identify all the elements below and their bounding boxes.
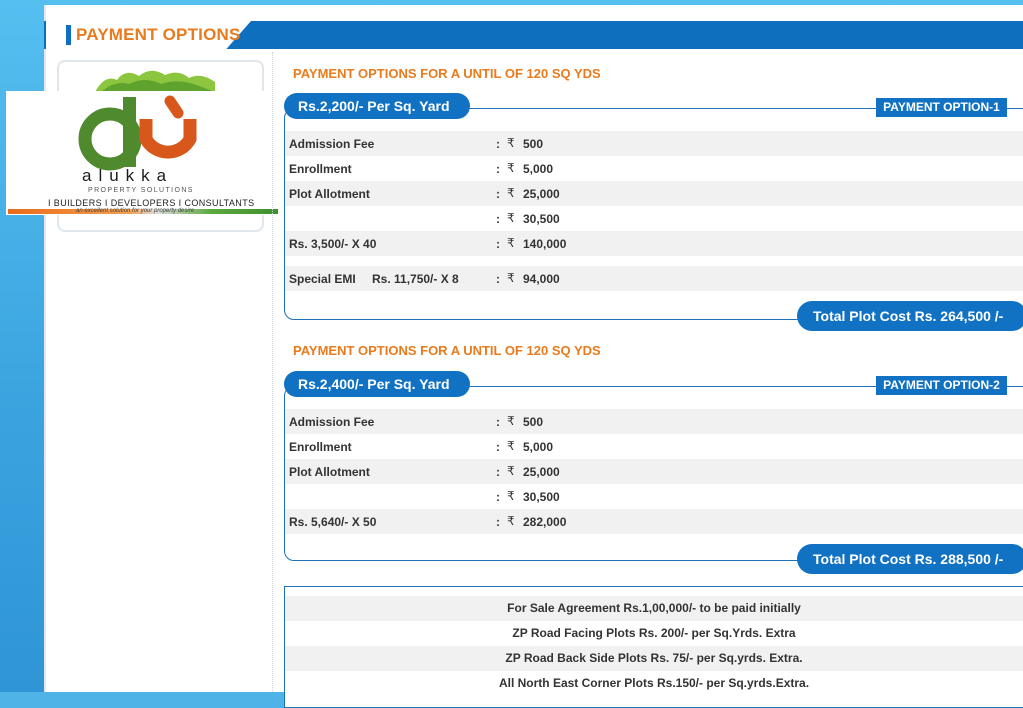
logo-brand-name: alukka [82,166,174,185]
row-label: Admission Fee [289,415,375,429]
row-amount: 94,000 [523,272,560,286]
rupee-icon: ₹ [507,514,515,528]
row-amount: 500 [523,137,544,151]
table-row: Admission Fee : ₹ 500 [285,131,1023,156]
row-amount: 30,500 [523,490,560,504]
note-item: For Sale Agreement Rs.1,00,000/- to be p… [285,596,1023,621]
row-amount: 500 [523,415,544,429]
rupee-icon: ₹ [507,186,515,200]
table-row: Rs. 5,640/- X 50 : ₹ 282,000 [285,509,1023,534]
table-row: Enrollment : ₹ 5,000 [285,156,1023,181]
row-amount: 282,000 [523,515,567,529]
row-colon: : [496,237,500,251]
rupee-icon: ₹ [507,236,515,250]
option-1-section-title: PAYMENT OPTIONS FOR A UNTIL OF 120 SQ YD… [293,66,601,81]
note-item: ZP Road Back Side Plots Rs. 75/- per Sq.… [285,646,1023,671]
rupee-icon: ₹ [507,414,515,428]
logo-subtitle: PROPERTY SOLUTIONS [88,187,194,194]
table-row: Admission Fee : ₹ 500 [285,409,1023,434]
company-logo[interactable] [6,91,278,215]
table-row: Rs. 3,500/- X 40 : ₹ 140,000 [285,231,1023,256]
alukka-logo-icon [78,95,197,171]
table-row: Special EMI Rs. 11,750/- X 8 : ₹ 94,000 [285,266,1023,291]
option-1-label: PAYMENT OPTION-1 [876,98,1007,117]
row-colon: : [496,490,500,504]
rupee-icon: ₹ [507,489,515,503]
row-colon: : [496,137,500,151]
rupee-icon: ₹ [507,211,515,225]
option-2-total: Total Plot Cost Rs. 288,500 /- [797,544,1023,574]
note-item: All North East Corner Plots Rs.150/- per… [498,676,810,690]
option-1-rate: Rs.2,200/- Per Sq. Yard [284,93,470,119]
row-amount: 5,000 [523,162,554,176]
row-label: Plot Allotment [289,187,370,201]
table-row: : ₹ 30,500 [285,484,1023,509]
row-colon: : [496,415,500,429]
row-colon: : [496,162,500,176]
note-item: ZP Road Facing Plots Rs. 200/- per Sq.Yr… [512,626,796,640]
rupee-icon: ₹ [507,161,515,175]
row-colon: : [496,515,500,529]
option-1-total: Total Plot Cost Rs. 264,500 /- [797,301,1023,331]
row-amount: 30,500 [523,212,560,226]
rupee-icon: ₹ [507,271,515,285]
hills-graphic-icon [95,70,215,92]
row-label-detail: Rs. 11,750/- X 8 [372,272,459,286]
row-amount: 25,000 [523,187,560,201]
row-label: Enrollment [289,440,352,454]
row-label: Plot Allotment [289,465,370,479]
row-label: Rs. 5,640/- X 50 [289,515,377,529]
row-amount: 25,000 [523,465,560,479]
row-colon: : [496,187,500,201]
row-colon: : [496,440,500,454]
rupee-icon: ₹ [507,136,515,150]
logo-tagline: I BUILDERS I DEVELOPERS I CONSULTANTS [48,198,255,208]
rupee-icon: ₹ [507,464,515,478]
row-label: Special EMI [289,272,356,286]
table-row: Plot Allotment : ₹ 25,000 [285,181,1023,206]
row-label: Rs. 3,500/- X 40 [289,237,377,251]
rupee-icon: ₹ [507,439,515,453]
option-2-rate: Rs.2,400/- Per Sq. Yard [284,371,470,397]
row-colon: : [496,465,500,479]
option-2-label: PAYMENT OPTION-2 [876,376,1007,395]
page-title: PAYMENT OPTIONS [76,25,241,44]
row-label: Admission Fee [289,137,375,151]
logo-slogan: an excellent solution for your property … [76,208,195,214]
table-row: Plot Allotment : ₹ 25,000 [285,459,1023,484]
table-row: Enrollment : ₹ 5,000 [285,434,1023,459]
table-row: : ₹ 30,500 [285,206,1023,231]
row-amount: 140,000 [523,237,567,251]
row-colon: : [496,272,500,286]
option-2-section-title: PAYMENT OPTIONS FOR A UNTIL OF 120 SQ YD… [293,343,601,358]
row-colon: : [496,212,500,226]
row-amount: 5,000 [523,440,554,454]
row-label: Enrollment [289,162,352,176]
column-divider [272,52,273,692]
